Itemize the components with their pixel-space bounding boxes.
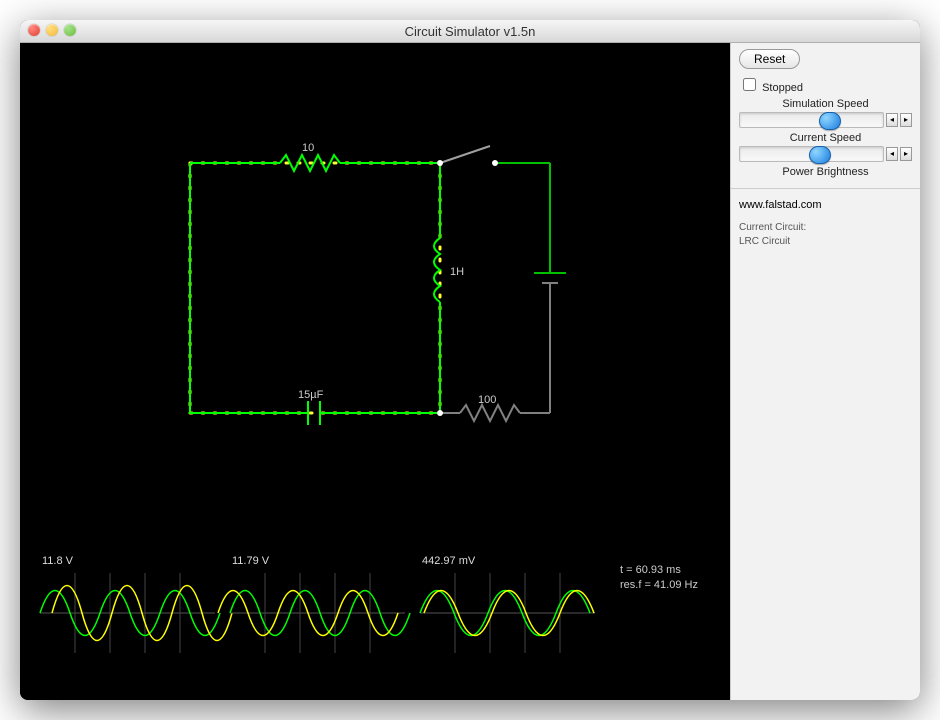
resf-value: res.f = 41.09 Hz — [620, 578, 698, 593]
circuit-name: LRC Circuit — [739, 235, 912, 249]
inductor-label: 1H — [450, 266, 464, 278]
stopped-label: Stopped — [762, 82, 803, 94]
stopped-checkbox[interactable] — [743, 78, 756, 91]
scope1-value: 11.8 V — [42, 555, 73, 567]
scope2-value: 11.79 V — [232, 555, 269, 567]
power-brightness-label: Power Brightness — [739, 166, 912, 178]
sim-speed-slider[interactable] — [739, 112, 884, 128]
capacitor-label: 15µF — [298, 389, 324, 401]
current-speed-left[interactable]: ◂ — [886, 147, 898, 161]
resistor2-label: 100 — [478, 394, 496, 406]
current-circuit-label: Current Circuit: — [739, 221, 912, 235]
window-title: Circuit Simulator v1.5n — [20, 24, 920, 39]
site-link[interactable]: www.falstad.com — [739, 199, 912, 211]
sidebar: Reset Stopped Simulation Speed ◂ ▸ Curre… — [730, 43, 920, 700]
current-speed-slider[interactable] — [739, 146, 884, 162]
titlebar[interactable]: Circuit Simulator v1.5n — [20, 20, 920, 43]
reset-button[interactable]: Reset — [739, 49, 800, 69]
close-icon[interactable] — [28, 24, 40, 36]
app-window: Circuit Simulator v1.5n — [20, 20, 920, 700]
sim-speed-label: Simulation Speed — [739, 98, 912, 110]
current-speed-right[interactable]: ▸ — [900, 147, 912, 161]
minimize-icon[interactable] — [46, 24, 58, 36]
circuit-svg: 10 1H 15µF 100 — [20, 43, 730, 503]
circuit-canvas[interactable]: 10 1H 15µF 100 — [20, 43, 730, 700]
time-value: t = 60.93 ms — [620, 563, 698, 578]
content: 10 1H 15µF 100 — [20, 43, 920, 700]
timing-readout: t = 60.93 ms res.f = 41.09 Hz — [620, 563, 698, 593]
scope3-value: 442.97 mV — [422, 555, 475, 567]
current-speed-label: Current Speed — [739, 132, 912, 144]
resistor1-label: 10 — [302, 142, 314, 154]
window-controls — [28, 24, 76, 36]
sim-speed-right[interactable]: ▸ — [900, 113, 912, 127]
sim-speed-left[interactable]: ◂ — [886, 113, 898, 127]
zoom-icon[interactable] — [64, 24, 76, 36]
